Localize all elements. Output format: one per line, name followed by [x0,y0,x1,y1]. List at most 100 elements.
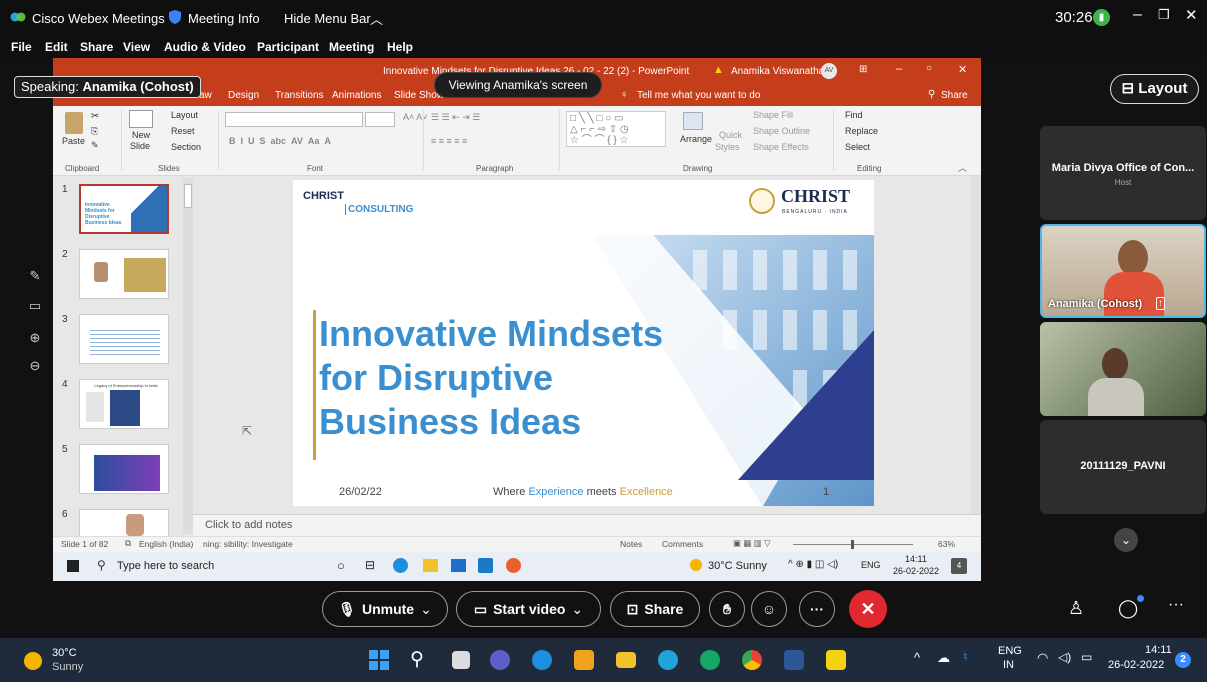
tab-animations[interactable]: Animations [332,90,381,101]
taskbar-time[interactable]: 14:11 [905,554,927,564]
arrange-icon[interactable] [683,112,703,130]
participant-tile-anamika[interactable]: Anamika (Cohost) ↑ [1040,224,1206,318]
meeting-info-button[interactable]: Meeting Info [188,11,260,26]
menu-view[interactable]: View [123,40,150,54]
notification-badge[interactable]: 2 [1175,652,1191,668]
shapes-gallery[interactable]: □ ╲ ╲ □ ○ ▭ △ ⌐ ⌐ ⇨ ⇧ ◷ ☆ ⌒ ⌒ { } ☆ [566,111,666,147]
pp-restore-icon[interactable]: ○ [926,63,932,74]
taskbar-weather[interactable]: 30°C Sunny [708,560,767,572]
clock-time[interactable]: 14:11 [1145,644,1172,656]
search-icon[interactable]: ⚲ [410,648,424,671]
grammarly-icon[interactable] [700,650,720,670]
accessibility-status[interactable]: ning: sibility: Investigate [203,539,293,549]
pp-minimize-icon[interactable]: – [896,63,902,75]
arrange-button[interactable]: Arrange [680,134,712,144]
participant-tile-pavni[interactable]: 20111129_PAVNI [1040,420,1206,514]
replace-button[interactable]: Replace [845,126,878,136]
participants-icon[interactable]: ♙ [1068,598,1084,619]
raise-hand-button[interactable]: ✋︎ [709,591,745,627]
windows-start-icon[interactable] [67,560,79,572]
shape-effects-button[interactable]: Shape Effects [753,142,809,152]
menu-share[interactable]: Share [80,40,113,54]
thumbnail-slide-1[interactable]: Innovative Mindsets for Disruptive Busin… [79,184,169,234]
tab-draw[interactable]: aw [199,90,212,101]
menu-participant[interactable]: Participant [257,40,319,54]
bullets-icons[interactable]: ☰ ☰ ⇤ ⇥ ☰ [431,112,480,123]
start-video-button[interactable]: ▭ Start video ⌄ [456,591,601,627]
thumbnail-slide-4[interactable]: Legacy of Entrepreneurship in India [79,379,169,429]
language-region[interactable]: IN [1003,659,1014,671]
menu-edit[interactable]: Edit [45,40,68,54]
new-slide-label[interactable]: New [132,130,150,140]
layout-button[interactable]: ⊟ Layout [1110,74,1199,104]
task-view-icon[interactable] [452,651,470,669]
notes-pane[interactable]: Click to add notes [193,514,981,536]
tray-icons[interactable]: ^ ⊕ ▮ ◫ ◁) [788,559,838,570]
windows-start-icon[interactable] [369,650,389,670]
more-icon[interactable]: ··· [1168,596,1184,614]
menu-file[interactable]: File [11,40,32,54]
more-options-button[interactable]: ··· [799,591,835,627]
word-icon[interactable] [784,650,804,670]
taskbar-date[interactable]: 26-02-2022 [893,566,939,576]
pp-close-icon[interactable]: ✕ [958,63,967,76]
leave-meeting-button[interactable]: ✕ [849,590,887,628]
sticky-notes-icon[interactable] [826,650,846,670]
participant-tile-video[interactable] [1040,322,1206,416]
chevron-down-icon[interactable]: ⌄ [571,601,583,618]
align-icons[interactable]: ≡ ≡ ≡ ≡ ≡ [431,136,467,146]
scroll-down-chevron-icon[interactable]: ⌄ [1114,528,1138,552]
thumbnail-slide-5[interactable] [79,444,169,494]
font-size-box[interactable] [365,112,395,127]
volume-icon[interactable]: ◁) [1058,650,1071,664]
hide-menu-bar-button[interactable]: Hide Menu Bar [284,11,371,26]
reset-button[interactable]: Reset [171,126,195,136]
user-avatar[interactable]: AV [821,63,837,79]
language-status[interactable]: English (India) [139,539,193,549]
file-explorer-icon[interactable] [616,652,636,668]
font-name-box[interactable] [225,112,363,127]
close-icon[interactable]: ✕ [1185,6,1198,24]
comments-toggle[interactable]: Comments [662,539,703,549]
minimize-icon[interactable]: – [1133,6,1142,24]
tray-overflow-icon[interactable]: ^ [914,650,920,665]
onedrive-icon[interactable]: ☁ [937,650,950,666]
zoom-out-icon[interactable]: ⊖ [27,358,43,374]
wifi-icon[interactable]: ◠ [1037,650,1048,666]
microphone-icon[interactable]: ♮ [963,649,968,665]
shape-fill-button[interactable]: Shape Fill [753,110,793,120]
layout-button[interactable]: Layout [171,110,198,120]
shape-outline-button[interactable]: Shape Outline [753,126,810,136]
edge-icon[interactable] [532,650,552,670]
zoom-level[interactable]: 63% [938,539,955,549]
powerpoint-taskbar-icon[interactable] [506,558,521,573]
store-icon[interactable] [574,650,594,670]
thumbnail-slide-6[interactable] [79,509,169,537]
shield-icon[interactable] [169,10,181,24]
ribbon-display-icon[interactable]: ⊞ [859,64,867,75]
network-signal-icon[interactable]: ▮ [1093,9,1110,26]
unmute-button[interactable]: 🎙︎ Unmute ⌄ [322,591,448,627]
tab-design[interactable]: Design [228,90,259,101]
viewing-screen-banner[interactable]: Viewing Anamika's screen [434,72,602,98]
taskbar-search-input[interactable]: Type here to search [117,560,214,572]
edge-icon[interactable] [393,558,408,573]
format-painter-icon[interactable]: ✎ [91,140,99,151]
store-icon[interactable] [451,559,466,572]
share-button[interactable]: ⊡ Share [610,591,700,627]
paste-label[interactable]: Paste [62,136,85,146]
pp-share-icon[interactable]: ⚲ [928,89,935,100]
collapse-ribbon-icon[interactable]: ︿ [958,161,967,174]
new-slide-label-2[interactable]: Slide [130,141,150,151]
view-buttons[interactable]: ▣ ▦ ▥ ▽ [733,538,771,549]
weather-temp[interactable]: 30°C [52,647,77,659]
paste-icon[interactable] [65,112,83,134]
quick-styles-label[interactable]: Quick [719,130,742,140]
chevron-up-icon[interactable]: ︿ [370,9,383,28]
chat-icon[interactable]: ◯ [1118,598,1138,619]
menu-meeting[interactable]: Meeting [329,40,374,54]
font-formatting-icons[interactable]: B I U S abc AV Aa A [229,136,331,146]
teams-chat-icon[interactable] [490,650,510,670]
select-button[interactable]: Select [845,142,870,152]
tell-me-input[interactable]: Tell me what you want to do [637,90,760,101]
